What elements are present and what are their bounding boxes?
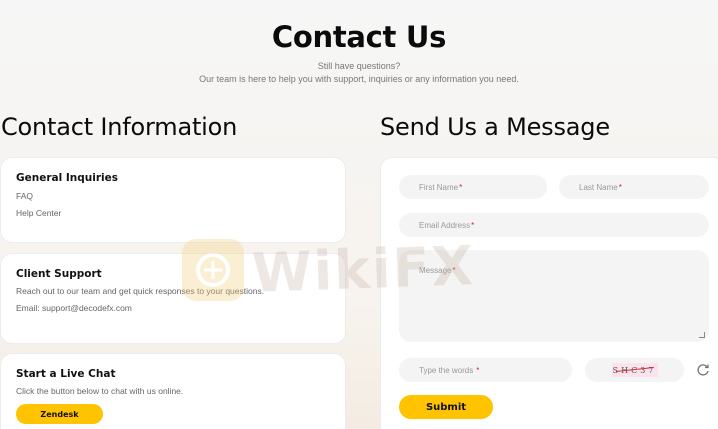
card-text: Reach out to our team and get quick resp… [16, 286, 265, 296]
help-center-link[interactable]: Help Center [16, 208, 61, 218]
contact-form: First Name * Last Name * Email Address * Me… [380, 157, 718, 429]
submit-button[interactable]: Submit [399, 395, 493, 419]
required-mark: * [618, 182, 622, 192]
message-placeholder: Message [419, 266, 452, 275]
email-input[interactable]: Email Address * [399, 213, 709, 237]
resize-handle-icon[interactable] [699, 332, 705, 338]
card-text: Click the button below to chat with us o… [16, 386, 184, 396]
page-description: Our team is here to help you with suppor… [199, 74, 519, 84]
card-title: Client Support [16, 268, 102, 280]
first-name-input[interactable]: First Name * [399, 175, 547, 199]
page-title: Contact Us [271, 20, 447, 54]
support-email-link[interactable]: Email: support@decodefx.com [16, 303, 132, 313]
required-mark: * [452, 266, 456, 275]
card-title: Start a Live Chat [16, 368, 116, 380]
refresh-icon[interactable] [695, 362, 711, 378]
contact-info-title: Contact Information [1, 113, 238, 141]
faq-link[interactable]: FAQ [16, 191, 33, 201]
general-inquiries-card: General Inquiries FAQ Help Center [0, 157, 346, 243]
captcha-box: SHC37 [585, 358, 684, 382]
captcha-placeholder: Type the words [419, 365, 474, 375]
last-name-input[interactable]: Last Name * [559, 175, 709, 199]
page-subtitle: Still have questions? [317, 61, 401, 71]
live-chat-card: Start a Live Chat Click the button below… [0, 353, 346, 429]
captcha-input[interactable]: Type the words * [399, 358, 572, 382]
required-mark: * [459, 182, 463, 192]
required-mark: * [476, 365, 480, 375]
message-textarea[interactable]: Message * [399, 250, 709, 342]
card-title: General Inquiries [16, 172, 118, 184]
send-message-title: Send Us a Message [380, 113, 610, 141]
first-name-placeholder: First Name [419, 182, 459, 192]
captcha-image: SHC37 [611, 363, 658, 377]
zendesk-button[interactable]: Zendesk [16, 404, 103, 424]
page-header: Contact Us Still have questions? Our tea… [0, 0, 718, 84]
required-mark: * [471, 220, 475, 230]
client-support-card: Client Support Reach out to our team and… [0, 253, 346, 344]
last-name-placeholder: Last Name [579, 182, 618, 192]
email-placeholder: Email Address [419, 220, 471, 230]
